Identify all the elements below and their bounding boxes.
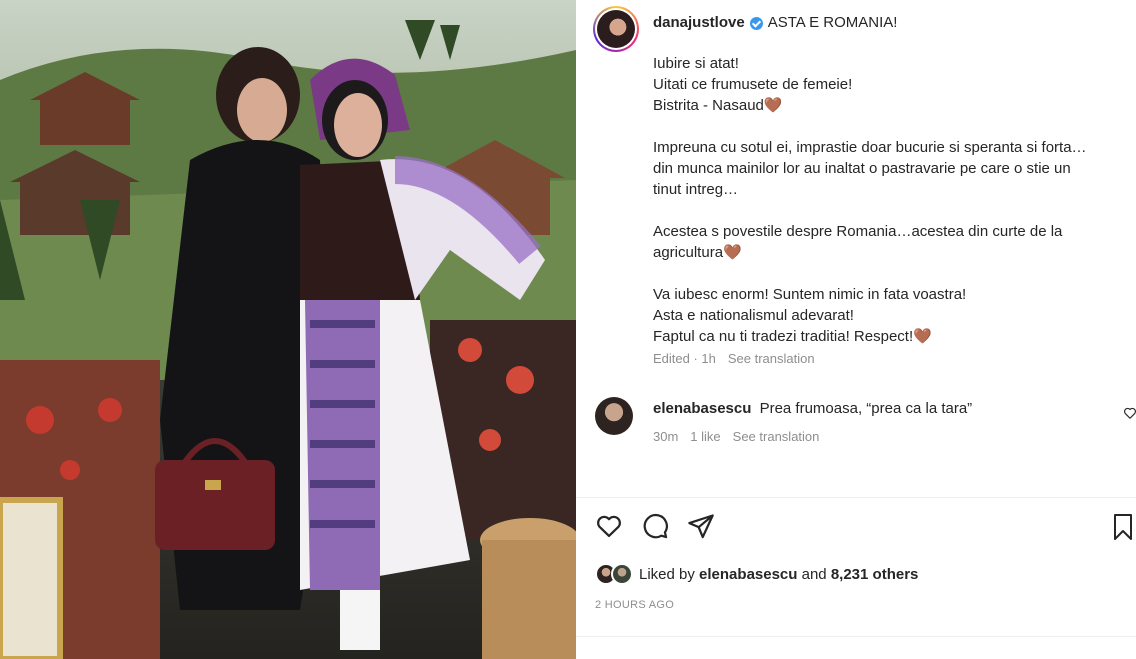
heart-icon[interactable] xyxy=(595,512,623,540)
caption-line: Va iubesc enorm! Suntem nimic in fata vo… xyxy=(653,286,967,303)
brown-heart-emoji: 🤎 xyxy=(723,244,742,261)
caption-header: danajustlove ASTA E ROMANIA! xyxy=(653,14,897,32)
see-translation-link[interactable]: See translation xyxy=(728,351,815,366)
comment-see-translation[interactable]: See translation xyxy=(733,429,820,444)
liker-username[interactable]: elenabasescu xyxy=(699,566,797,583)
share-icon[interactable] xyxy=(687,512,715,540)
liker-avatar xyxy=(611,563,633,585)
comment-meta: 30m 1 like See translation xyxy=(653,429,819,444)
caption-line: agricultura🤎 xyxy=(653,244,742,261)
divider xyxy=(576,636,1136,637)
author-avatar[interactable] xyxy=(593,6,639,52)
caption-title: ASTA E ROMANIA! xyxy=(767,14,898,31)
likes-summary: Liked by elenabasescu and 8,231 others xyxy=(595,563,918,585)
comment-likes[interactable]: 1 like xyxy=(690,429,720,444)
comment-icon[interactable] xyxy=(641,512,669,540)
likes-text: Liked by elenabasescu and 8,231 others xyxy=(639,565,919,583)
author-avatar-image xyxy=(597,10,635,48)
divider xyxy=(576,497,1136,498)
commenter-avatar[interactable] xyxy=(595,397,633,435)
edited-time: Edited · 1h xyxy=(653,351,716,366)
post-image xyxy=(0,0,576,659)
others-count[interactable]: 8,231 others xyxy=(831,566,919,583)
caption-line: Faptul ca nu ti tradezi traditia! Respec… xyxy=(653,328,932,345)
brown-heart-emoji: 🤎 xyxy=(913,328,932,345)
post-photo[interactable] xyxy=(0,0,576,659)
brown-heart-emoji: 🤎 xyxy=(763,97,783,114)
post-side-panel: danajustlove ASTA E ROMANIA! Iubire si a… xyxy=(576,0,1136,659)
comment-time: 30m xyxy=(653,429,679,444)
author-username[interactable]: danajustlove xyxy=(653,14,745,32)
verified-badge-icon xyxy=(749,16,763,30)
commenter-username[interactable]: elenabasescu xyxy=(653,400,751,417)
comment: elenabasescu Prea frumoasa, “prea ca la … xyxy=(653,400,972,418)
caption-line: Asta e nationalismul adevarat! xyxy=(653,307,854,324)
comment-text: Prea frumoasa, “prea ca la tara” xyxy=(759,400,973,417)
action-bar xyxy=(595,512,715,540)
caption-line: Iubire si atat! xyxy=(653,55,739,72)
caption-line: Acestea s povestile despre Romania…acest… xyxy=(653,223,1063,240)
bookmark-icon[interactable] xyxy=(1111,513,1135,541)
post-timestamp: 2 HOURS AGO xyxy=(595,599,675,611)
caption-meta: Edited · 1h See translation xyxy=(653,351,815,366)
caption-line: Uitati ce frumusete de femeie! xyxy=(653,76,853,93)
caption-line: Bistrita - Nasaud🤎 xyxy=(653,97,783,114)
comment-like-heart-icon[interactable] xyxy=(1123,406,1136,420)
caption-line: Impreuna cu sotul ei, imprastie doar buc… xyxy=(653,139,1087,156)
caption-text: Iubire si atat! Uitati ce frumusete de f… xyxy=(653,53,1123,347)
caption-line: din munca mainilor lor au inaltat o past… xyxy=(653,160,1071,177)
caption-line: tinut intreg… xyxy=(653,181,739,198)
